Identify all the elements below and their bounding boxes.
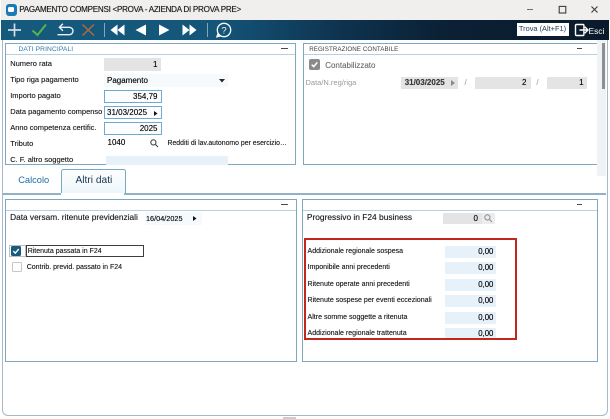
svg-text:?: ? (221, 25, 226, 36)
